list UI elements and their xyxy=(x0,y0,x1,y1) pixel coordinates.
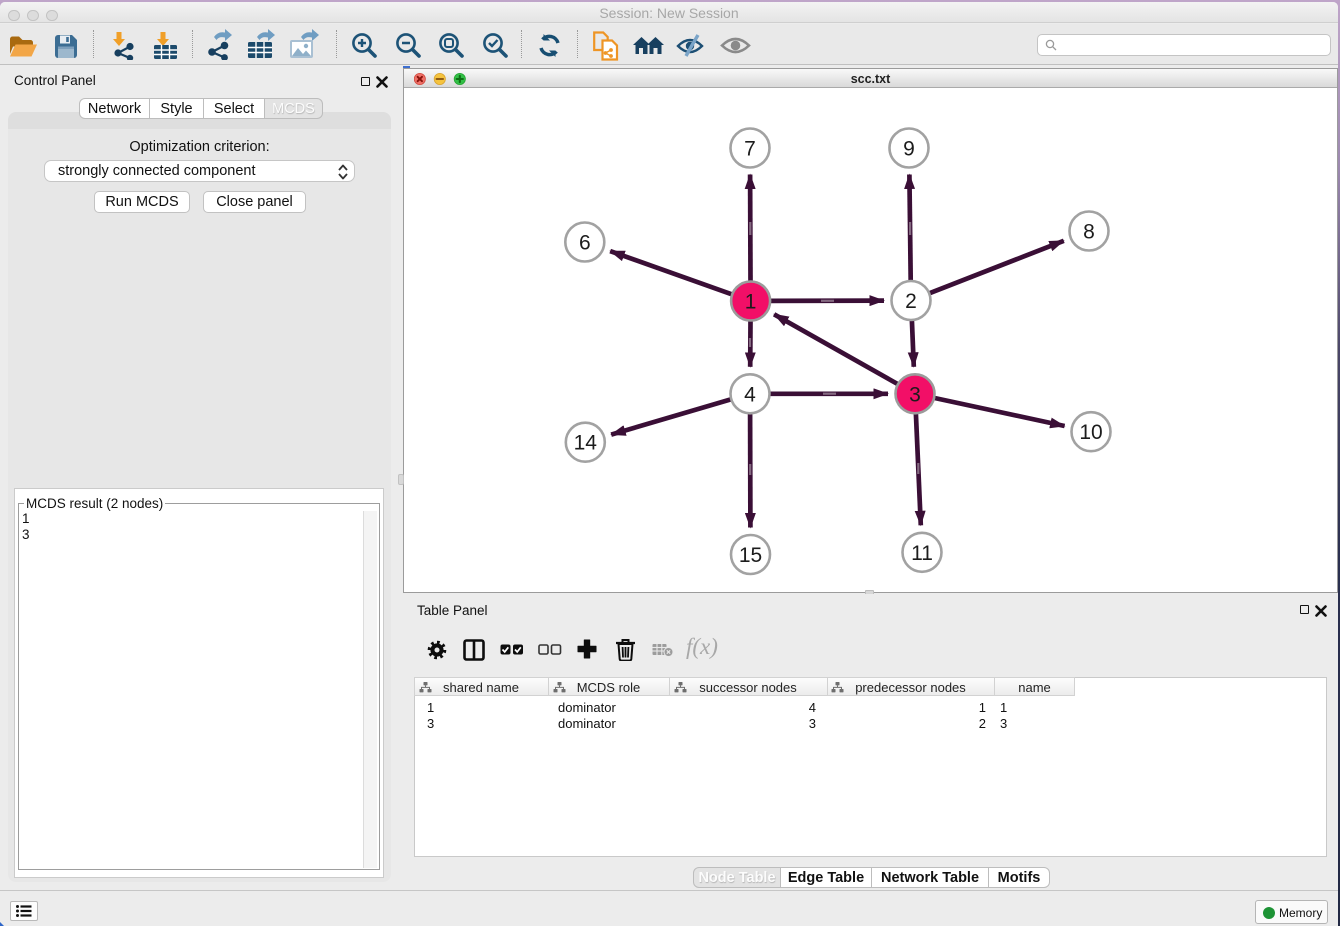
svg-text:14: 14 xyxy=(574,432,598,455)
svg-text:10: 10 xyxy=(1079,421,1102,444)
svg-text:7: 7 xyxy=(744,138,756,161)
svg-text:1: 1 xyxy=(745,291,757,314)
svg-text:15: 15 xyxy=(739,544,762,567)
svg-text:4: 4 xyxy=(744,383,756,406)
svg-text:6: 6 xyxy=(579,232,591,255)
svg-text:11: 11 xyxy=(911,542,933,565)
svg-text:9: 9 xyxy=(903,138,915,161)
svg-text:2: 2 xyxy=(905,290,917,313)
svg-text:8: 8 xyxy=(1083,221,1095,244)
svg-text:3: 3 xyxy=(909,383,921,406)
